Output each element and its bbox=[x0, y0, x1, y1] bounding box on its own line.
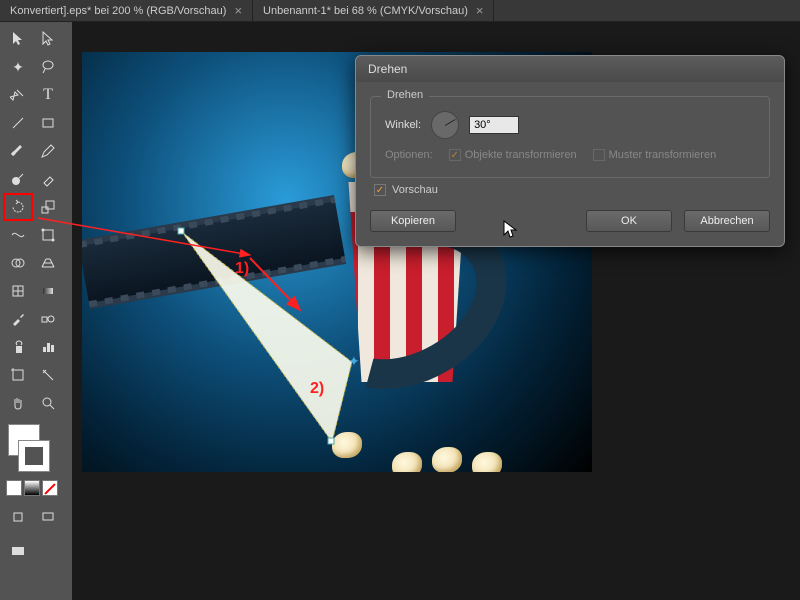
rotate-dialog: Drehen Drehen Winkel: Optionen: ✓ Objekt… bbox=[355, 55, 785, 247]
perspective-grid-tool[interactable] bbox=[34, 250, 62, 276]
screen-mode-icon[interactable] bbox=[34, 504, 62, 530]
column-graph-tool[interactable] bbox=[34, 334, 62, 360]
option-label: Muster transformieren bbox=[609, 149, 717, 161]
gradient-tool[interactable] bbox=[34, 278, 62, 304]
tab-document-1[interactable]: Konvertiert].eps* bei 200 % (RGB/Vorscha… bbox=[0, 0, 253, 21]
options-label: Optionen: bbox=[385, 149, 433, 161]
blend-tool[interactable] bbox=[34, 306, 62, 332]
svg-text:✦: ✦ bbox=[348, 353, 360, 369]
hand-tool[interactable] bbox=[4, 390, 32, 416]
screen-cycler-icon[interactable] bbox=[4, 538, 32, 564]
cancel-button[interactable]: Abbrechen bbox=[684, 210, 770, 232]
artwork-popcorn bbox=[432, 447, 462, 472]
eraser-tool[interactable] bbox=[34, 166, 62, 192]
line-tool[interactable] bbox=[4, 110, 32, 136]
artboard-tool[interactable] bbox=[4, 362, 32, 388]
magic-wand-tool[interactable]: ✦ bbox=[4, 54, 32, 80]
mesh-tool[interactable] bbox=[4, 278, 32, 304]
rotate-fieldset: Drehen Winkel: Optionen: ✓ Objekte trans… bbox=[370, 96, 770, 178]
symbol-sprayer-tool[interactable] bbox=[4, 334, 32, 360]
tab-document-2[interactable]: Unbenannt-1* bei 68 % (CMYK/Vorschau) × bbox=[253, 0, 494, 21]
pen-tool[interactable] bbox=[4, 82, 32, 108]
type-tool[interactable]: T bbox=[34, 82, 62, 108]
gradient-mode[interactable] bbox=[24, 480, 40, 496]
width-tool[interactable] bbox=[4, 222, 32, 248]
draw-normal-icon[interactable] bbox=[4, 504, 32, 530]
free-transform-tool[interactable] bbox=[34, 222, 62, 248]
angle-wheel[interactable] bbox=[431, 111, 459, 139]
copy-button[interactable]: Kopieren bbox=[370, 210, 456, 232]
close-icon[interactable]: × bbox=[234, 3, 242, 18]
direct-selection-tool[interactable] bbox=[34, 26, 62, 52]
shape-builder-tool[interactable] bbox=[4, 250, 32, 276]
document-tabs: Konvertiert].eps* bei 200 % (RGB/Vorscha… bbox=[0, 0, 800, 22]
selection-triangle: ✦ bbox=[172, 222, 432, 472]
none-mode[interactable] bbox=[42, 480, 58, 496]
paintbrush-tool[interactable] bbox=[4, 138, 32, 164]
selection-tool[interactable] bbox=[4, 26, 32, 52]
blob-brush-tool[interactable] bbox=[4, 166, 32, 192]
option-label: Objekte transformieren bbox=[465, 149, 577, 161]
close-icon[interactable]: × bbox=[476, 3, 484, 18]
checkbox-transform-objects: ✓ bbox=[449, 149, 461, 161]
slice-tool[interactable] bbox=[34, 362, 62, 388]
stroke-swatch[interactable] bbox=[18, 440, 50, 472]
preview-label: Vorschau bbox=[392, 184, 438, 196]
angle-label: Winkel: bbox=[385, 119, 421, 131]
rectangle-tool[interactable] bbox=[34, 110, 62, 136]
color-mode[interactable] bbox=[6, 480, 22, 496]
artwork-popcorn bbox=[472, 452, 502, 472]
tab-label: Unbenannt-1* bei 68 % (CMYK/Vorschau) bbox=[263, 5, 468, 17]
angle-input[interactable] bbox=[469, 116, 519, 134]
dialog-title: Drehen bbox=[356, 56, 784, 82]
checkbox-transform-patterns bbox=[593, 149, 605, 161]
fieldset-label: Drehen bbox=[381, 89, 429, 101]
pencil-tool[interactable] bbox=[34, 138, 62, 164]
eyedropper-tool[interactable] bbox=[4, 306, 32, 332]
scale-tool[interactable] bbox=[34, 194, 62, 220]
zoom-tool[interactable] bbox=[34, 390, 62, 416]
tab-label: Konvertiert].eps* bei 200 % (RGB/Vorscha… bbox=[10, 5, 226, 17]
ok-button[interactable]: OK bbox=[586, 210, 672, 232]
fill-stroke-swatch[interactable] bbox=[4, 424, 52, 472]
rotate-tool[interactable] bbox=[4, 194, 32, 220]
tools-panel: ✦ T bbox=[0, 22, 72, 600]
lasso-tool[interactable] bbox=[34, 54, 62, 80]
checkbox-preview[interactable]: ✓ bbox=[374, 184, 386, 196]
